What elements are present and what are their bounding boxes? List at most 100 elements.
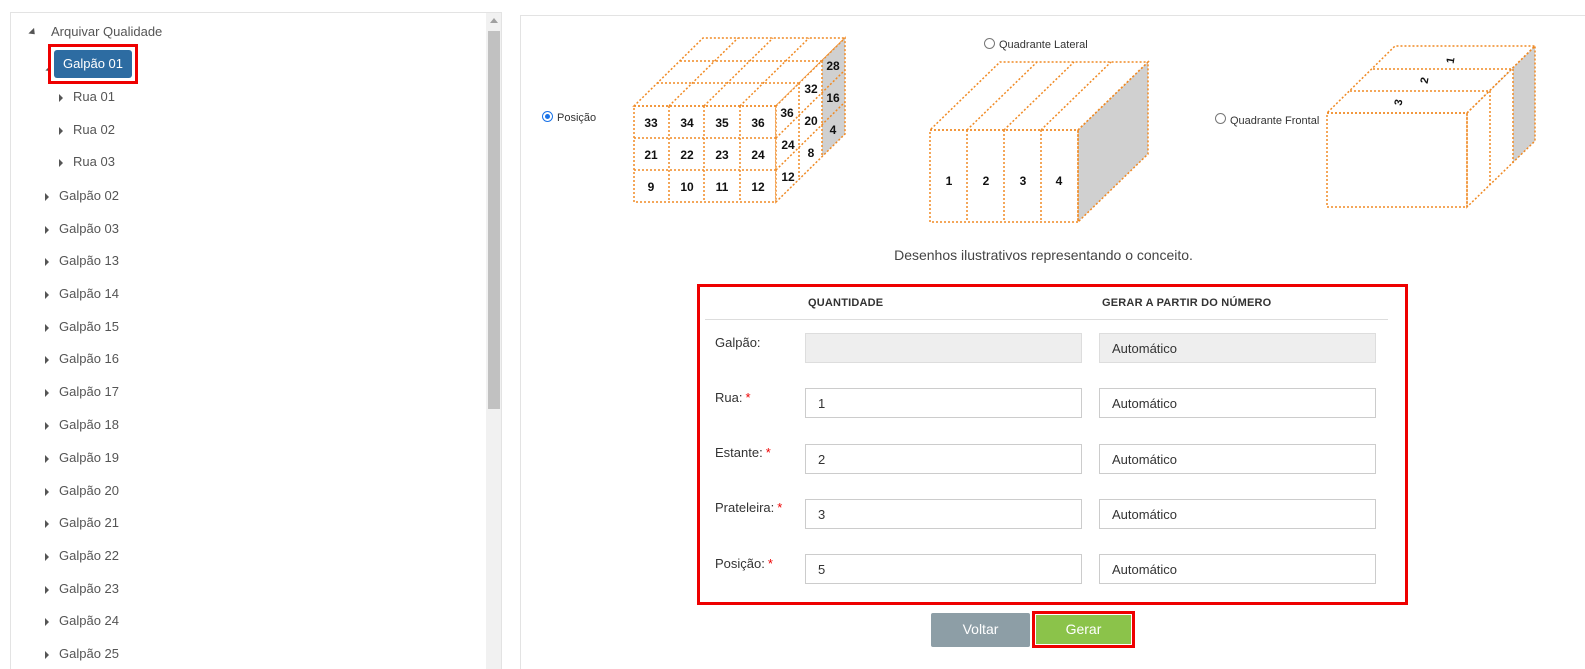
expand-arrow-icon[interactable] <box>59 158 63 167</box>
position-label: 35 <box>715 116 729 130</box>
tree-item-galpao[interactable]: Galpão 24 <box>45 610 119 632</box>
tree-item-label: Galpão 13 <box>59 253 119 268</box>
tree-item-label: Galpão 22 <box>59 548 119 563</box>
tree-item-galpao[interactable]: Galpão 17 <box>45 381 119 403</box>
tree-item-rua[interactable]: Rua 03 <box>59 151 115 173</box>
position-label: 33 <box>644 116 658 130</box>
tree-item-label: Galpão 15 <box>59 319 119 334</box>
rua-quantity-input[interactable] <box>805 388 1082 418</box>
column-header-start-number: GERAR A PARTIR DO NÚMERO <box>1102 297 1272 309</box>
expand-arrow-icon[interactable] <box>59 126 63 135</box>
expand-arrow-icon[interactable] <box>45 355 49 364</box>
lateral-label: 2 <box>983 174 990 188</box>
rua-start-input[interactable] <box>1099 388 1376 418</box>
tree-item-galpao[interactable]: Galpão 25 <box>45 643 119 665</box>
tree-item-galpao[interactable]: Galpão 19 <box>45 447 119 469</box>
expand-arrow-icon[interactable] <box>45 650 49 659</box>
row-label-text: Galpão: <box>715 335 761 350</box>
tree-item-galpao[interactable]: Galpão 13 <box>45 250 119 272</box>
position-side-label: 20 <box>804 114 818 128</box>
tree-item-label: Galpão 20 <box>59 483 119 498</box>
row-label-text: Rua: <box>715 390 743 405</box>
tree-item-galpao[interactable]: Galpão 16 <box>45 348 119 370</box>
position-cube-illustration: 33 34 35 36 21 22 23 24 9 10 11 12 28 32… <box>632 36 847 204</box>
position-label: 9 <box>648 180 655 194</box>
position-side-label: 16 <box>826 91 840 105</box>
prateleira-start-input[interactable] <box>1099 499 1376 529</box>
position-side-label: 8 <box>808 146 815 160</box>
expand-arrow-icon[interactable] <box>45 585 49 594</box>
posicao-start-input[interactable] <box>1099 554 1376 584</box>
expand-arrow-icon[interactable] <box>45 617 49 626</box>
radio-posicao[interactable] <box>542 111 553 122</box>
expand-arrow-icon[interactable] <box>45 388 49 397</box>
tree-item-galpao[interactable]: Galpão 21 <box>45 512 119 534</box>
tree-item-galpao[interactable]: Galpão 22 <box>45 545 119 567</box>
tree-item-rua[interactable]: Rua 02 <box>59 119 115 141</box>
required-asterisk: * <box>745 390 751 405</box>
back-button[interactable]: Voltar <box>931 613 1030 647</box>
tree-item-label: Galpão 24 <box>59 613 119 628</box>
column-header-quantity: QUANTIDADE <box>808 297 884 309</box>
expand-arrow-icon[interactable] <box>59 93 63 102</box>
required-asterisk: * <box>777 500 783 515</box>
scrollbar-thumb[interactable] <box>488 31 500 409</box>
tree-item-galpao[interactable]: Galpão 18 <box>45 414 119 436</box>
position-label: 11 <box>716 180 729 194</box>
tree-item-label: Galpão 25 <box>59 646 119 661</box>
tree-panel: Arquivar Qualidade Galpão 01 Rua 01 Rua … <box>10 12 502 669</box>
required-asterisk: * <box>767 556 773 571</box>
expand-arrow-icon[interactable] <box>45 257 49 266</box>
tree-item-galpao[interactable]: Galpão 23 <box>45 578 119 600</box>
position-label: 23 <box>715 148 729 162</box>
lateral-label: 1 <box>946 174 953 188</box>
row-label-posicao: Posição: * <box>715 556 773 571</box>
scroll-up-arrow-icon[interactable] <box>490 18 498 23</box>
tree-item-galpao[interactable]: Galpão 14 <box>45 283 119 305</box>
row-label-text: Prateleira: <box>715 500 775 515</box>
expand-arrow-icon[interactable] <box>45 454 49 463</box>
estante-quantity-input[interactable] <box>805 444 1082 474</box>
galpao-start-input <box>1099 333 1376 363</box>
position-label: 22 <box>680 148 694 162</box>
estante-start-input[interactable] <box>1099 444 1376 474</box>
position-side-label: 36 <box>780 106 794 120</box>
tree-scrollbar[interactable] <box>486 13 501 669</box>
row-label-text: Estante: <box>715 445 763 460</box>
collapse-arrow-icon[interactable] <box>28 27 38 38</box>
position-label: 10 <box>680 180 694 194</box>
lateral-label: 4 <box>1056 174 1063 188</box>
generate-button[interactable]: Gerar <box>1036 615 1131 644</box>
radio-quadrante-lateral-label[interactable]: Quadrante Lateral <box>999 39 1088 51</box>
radio-quadrante-lateral[interactable] <box>984 38 995 49</box>
tree-item-selected[interactable]: Galpão 01 <box>48 44 138 84</box>
position-side-label: 24 <box>781 138 795 152</box>
expand-arrow-icon[interactable] <box>45 192 49 201</box>
expand-arrow-icon[interactable] <box>45 290 49 299</box>
posicao-quantity-input[interactable] <box>805 554 1082 584</box>
tree-item-label: Rua 02 <box>73 122 115 137</box>
tree-item-galpao[interactable]: Galpão 02 <box>45 185 119 207</box>
expand-arrow-icon[interactable] <box>45 552 49 561</box>
tree-item-galpao[interactable]: Galpão 03 <box>45 218 119 240</box>
radio-quadrante-frontal[interactable] <box>1215 113 1226 124</box>
required-asterisk: * <box>765 445 771 460</box>
prateleira-quantity-input[interactable] <box>805 499 1082 529</box>
tree-item-label: Rua 03 <box>73 154 115 169</box>
expand-arrow-icon[interactable] <box>45 225 49 234</box>
expand-arrow-icon[interactable] <box>45 487 49 496</box>
lateral-label: 3 <box>1020 174 1027 188</box>
expand-arrow-icon[interactable] <box>45 323 49 332</box>
position-label: 21 <box>644 148 658 162</box>
expand-arrow-icon[interactable] <box>45 519 49 528</box>
position-side-label: 28 <box>826 59 840 73</box>
row-label-estante: Estante: * <box>715 445 771 460</box>
tree-root-label: Arquivar Qualidade <box>51 24 163 39</box>
radio-quadrante-frontal-label[interactable]: Quadrante Frontal <box>1230 115 1319 127</box>
tree-item-galpao[interactable]: Galpão 20 <box>45 480 119 502</box>
tree-root[interactable]: Arquivar Qualidade <box>28 21 163 43</box>
tree-item-galpao[interactable]: Galpão 15 <box>45 316 119 338</box>
expand-arrow-icon[interactable] <box>45 421 49 430</box>
tree-item-rua[interactable]: Rua 01 <box>59 86 115 108</box>
radio-posicao-label[interactable]: Posição <box>557 112 596 124</box>
